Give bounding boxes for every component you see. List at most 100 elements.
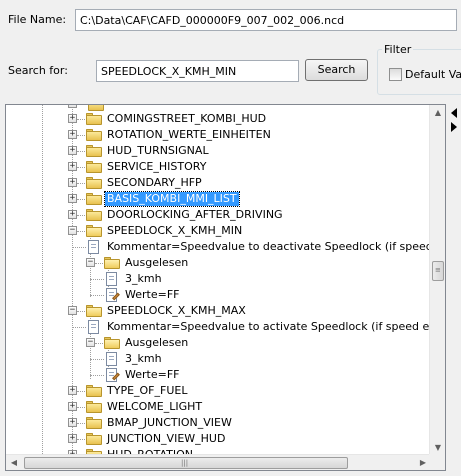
tree-node-label: DOORLOCKING_AFTER_DRIVING <box>107 208 283 221</box>
tree-node-label: 3_kmh <box>125 352 162 365</box>
folder-icon <box>86 433 102 445</box>
folder-icon <box>86 385 102 397</box>
tree-connector <box>72 327 86 328</box>
tree-node[interactable]: 3_kmh <box>6 271 431 287</box>
tree-connector <box>90 279 104 280</box>
folder-icon <box>86 145 102 157</box>
tree-node-label: Ausgelesen <box>125 336 189 349</box>
tree-node[interactable]: + COMINGSTREET_KOMBI_HUD <box>6 111 431 127</box>
file-name-label: File Name: <box>8 13 67 26</box>
tree-node-label: BMAP_JUNCTION_VIEW <box>107 416 232 429</box>
expand-icon[interactable]: + <box>68 194 77 203</box>
scroll-right-icon[interactable] <box>451 122 457 132</box>
tree-node-label: TYPE_OF_FUEL <box>107 384 188 397</box>
tree-node-label: Werte=FF <box>125 368 180 381</box>
tree-node[interactable]: + BASIS_KOMBI_MMI_LIST <box>6 191 431 207</box>
expand-icon[interactable]: + <box>68 146 77 155</box>
expand-icon[interactable]: + <box>68 114 77 123</box>
folder-open-icon <box>86 305 102 317</box>
default-values-checkbox[interactable] <box>389 68 402 81</box>
tree-node[interactable]: + TYPE_OF_FUEL <box>6 383 431 399</box>
tree-node[interactable]: − SPEEDLOCK_X_KMH_MIN <box>6 223 431 239</box>
scrollbar-corner <box>429 454 445 470</box>
tree-node[interactable]: + DOORLOCKING_AFTER_DRIVING <box>6 207 431 223</box>
folder-icon <box>86 177 102 189</box>
horizontal-scrollbar[interactable]: ◀ ||| ▶ <box>6 454 431 470</box>
search-button[interactable]: Search <box>305 59 368 81</box>
tree-node[interactable]: − SPEEDLOCK_X_KMH_MAX <box>6 303 431 319</box>
tree-node-label: Ausgelesen <box>125 256 189 269</box>
expand-icon[interactable]: + <box>68 105 77 108</box>
collapse-icon[interactable]: − <box>86 338 95 347</box>
document-icon <box>106 352 117 366</box>
horizontal-scroll-thumb[interactable]: ||| <box>24 457 348 469</box>
tree-node-label: ROTATION_WERTE_EINHEITEN <box>107 128 271 141</box>
grip-icon: ||| <box>181 459 189 467</box>
tree-node[interactable]: + HUD_TURNSIGNAL <box>6 143 431 159</box>
scroll-left-arrow-icon[interactable]: ◀ <box>6 455 22 470</box>
file-name-field[interactable] <box>75 9 457 31</box>
expand-icon[interactable]: + <box>68 418 77 427</box>
tree-node-label: SPEEDLOCK_X_KMH_MIN <box>107 224 243 237</box>
expand-icon[interactable]: + <box>68 178 77 187</box>
search-input[interactable] <box>96 60 299 82</box>
grip-icon: ≡ <box>435 266 441 274</box>
tree-view[interactable]: + + COMINGSTREET_KOMBI_HUD + ROTATION_WERTE… <box>5 104 446 471</box>
default-values-label: Default Valu <box>405 68 461 81</box>
tree-node-label: WELCOME_LIGHT <box>107 400 203 413</box>
tree-node[interactable]: − Ausgelesen <box>6 255 431 271</box>
tree-node[interactable]: + WELCOME_LIGHT <box>6 399 431 415</box>
tree-node[interactable]: + SERVICE_HISTORY <box>6 159 431 175</box>
tree-node[interactable]: Kommentar=Speedvalue to deactivate Speed… <box>6 239 431 255</box>
tree-connector <box>90 295 104 296</box>
tree-connector <box>72 247 86 248</box>
tree-node-label: 3_kmh <box>125 272 162 285</box>
tree-node[interactable]: + JUNCTION_VIEW_HUD <box>6 431 431 447</box>
tree-node-label: JUNCTION_VIEW_HUD <box>107 432 226 445</box>
tree-node-label: BASIS_KOMBI_MMI_LIST <box>104 191 240 207</box>
tree-node-label: Werte=FF <box>125 288 180 301</box>
tree-node-label: COMINGSTREET_KOMBI_HUD <box>107 112 267 125</box>
folder-open-icon <box>104 257 120 269</box>
tree-node-label: SERVICE_HISTORY <box>107 160 207 173</box>
tree-node[interactable]: Werte=FF <box>6 287 431 303</box>
document-icon <box>88 320 99 334</box>
tree-node[interactable]: Werte=FF <box>6 367 431 383</box>
folder-open-icon <box>86 225 102 237</box>
scroll-left-icon[interactable] <box>451 108 457 118</box>
tree-node[interactable]: Kommentar=Speedvalue to activate Speedlo… <box>6 319 431 335</box>
folder-icon <box>86 161 102 173</box>
folder-icon <box>86 401 102 413</box>
collapse-icon[interactable]: − <box>86 258 95 267</box>
tree-node[interactable]: + ROTATION_WERTE_EINHEITEN <box>6 127 431 143</box>
expand-icon[interactable]: + <box>68 434 77 443</box>
expand-icon[interactable]: + <box>68 402 77 411</box>
vertical-scroll-thumb[interactable]: ≡ <box>432 261 444 281</box>
tree-node[interactable]: − Ausgelesen <box>6 335 431 351</box>
tree-connector <box>90 375 104 376</box>
expand-icon[interactable]: + <box>68 386 77 395</box>
expand-icon[interactable]: + <box>68 130 77 139</box>
tree-node[interactable]: + SECONDARY_HFP <box>6 175 431 191</box>
tree-node[interactable]: 3_kmh <box>6 351 431 367</box>
tree-node-label: Kommentar=Speedvalue to activate Speedlo… <box>107 320 431 333</box>
tree-node-label: SPEEDLOCK_X_KMH_MAX <box>107 304 246 317</box>
expand-icon[interactable]: + <box>68 210 77 219</box>
expand-icon[interactable]: + <box>68 162 77 171</box>
side-scroll-arrows[interactable] <box>449 104 461 134</box>
document-icon <box>88 240 99 254</box>
collapse-icon[interactable]: − <box>68 226 77 235</box>
collapse-icon[interactable]: − <box>68 306 77 315</box>
document-icon <box>106 272 117 286</box>
folder-open-icon <box>104 337 120 349</box>
filter-title: Filter <box>382 43 414 56</box>
folder-icon <box>86 209 102 221</box>
tree-node[interactable]: + BMAP_JUNCTION_VIEW <box>6 415 431 431</box>
tree-content: + + COMINGSTREET_KOMBI_HUD + ROTATION_WERTE… <box>6 105 431 456</box>
vertical-scrollbar[interactable]: ▲ ≡ ▼ <box>429 105 445 456</box>
scroll-up-icon[interactable]: ▲ <box>430 105 445 121</box>
folder-icon <box>86 113 102 125</box>
search-label: Search for: <box>8 64 68 77</box>
folder-icon <box>86 417 102 429</box>
folder-icon <box>86 193 102 205</box>
